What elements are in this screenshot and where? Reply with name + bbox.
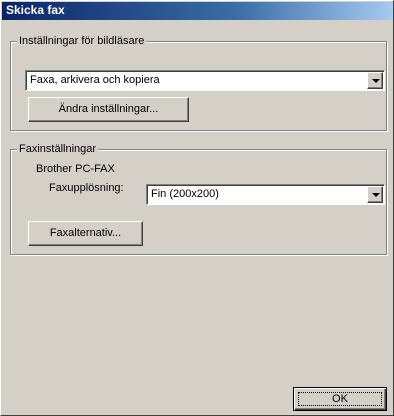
scanner-settings-group: Inställningar för bildläsare Faxa, arkiv… bbox=[10, 35, 387, 131]
fax-resolution-label: Faxupplösning: bbox=[49, 182, 124, 194]
ok-button[interactable]: OK bbox=[293, 387, 387, 411]
fax-resolution-select[interactable]: Fin (200x200) bbox=[146, 184, 385, 205]
scanner-settings-group-label: Inställningar för bildläsare bbox=[17, 35, 147, 48]
scan-mode-select[interactable]: Faxa, arkivera och kopiera bbox=[25, 70, 385, 91]
fax-settings-group-label: Faxinställningar bbox=[17, 143, 99, 156]
fax-settings-group: Faxinställningar Brother PC-FAX Faxupplö… bbox=[10, 143, 387, 255]
send-fax-dialog: Skicka fax Inställningar för bildläsare … bbox=[0, 0, 394, 416]
focus-indicator bbox=[298, 392, 382, 406]
fax-resolution-value: Fin (200x200) bbox=[151, 188, 219, 200]
fax-driver-name: Brother PC-FAX bbox=[36, 163, 115, 175]
window-title: Skicka fax bbox=[6, 3, 65, 17]
change-settings-button[interactable]: Ändra inställningar... bbox=[28, 97, 189, 122]
chevron-down-icon[interactable] bbox=[367, 186, 383, 203]
chevron-down-icon[interactable] bbox=[367, 72, 383, 89]
title-bar[interactable]: Skicka fax bbox=[2, 2, 393, 20]
fax-options-button[interactable]: Faxalternativ... bbox=[28, 221, 143, 246]
scan-mode-value: Faxa, arkivera och kopiera bbox=[30, 74, 160, 86]
